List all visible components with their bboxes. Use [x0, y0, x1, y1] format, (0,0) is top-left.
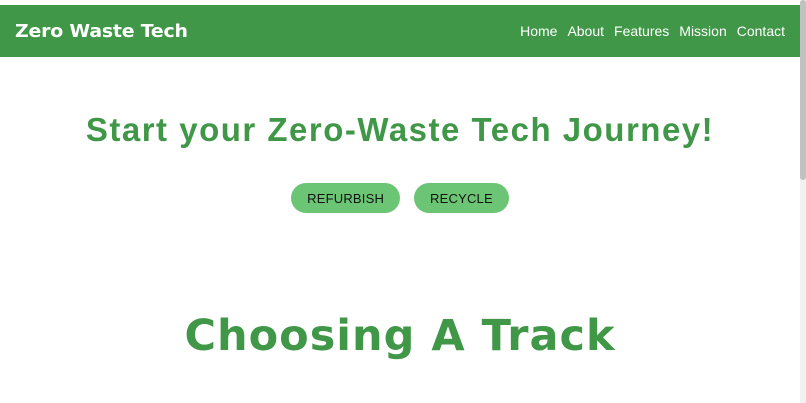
brand-logo[interactable]: Zero Waste Tech — [15, 21, 188, 42]
nav-link-mission[interactable]: Mission — [679, 23, 726, 39]
nav-links: Home About Features Mission Contact — [520, 23, 785, 39]
refurbish-button[interactable]: REFURBISH — [291, 183, 401, 213]
scrollbar[interactable] — [800, 0, 806, 403]
hero-title: Start your Zero-Waste Tech Journey! — [85, 111, 715, 148]
navbar: Zero Waste Tech Home About Features Miss… — [0, 5, 800, 57]
track-button-row: REFURBISH RECYCLE — [0, 183, 800, 213]
nav-link-contact[interactable]: Contact — [737, 23, 785, 39]
section-title: Choosing A Track — [184, 311, 616, 361]
nav-link-home[interactable]: Home — [520, 23, 557, 39]
recycle-button[interactable]: RECYCLE — [414, 183, 509, 213]
page: Zero Waste Tech Home About Features Miss… — [0, 0, 806, 403]
nav-link-about[interactable]: About — [567, 23, 604, 39]
nav-link-features[interactable]: Features — [614, 23, 669, 39]
scrollbar-thumb[interactable] — [800, 0, 806, 180]
